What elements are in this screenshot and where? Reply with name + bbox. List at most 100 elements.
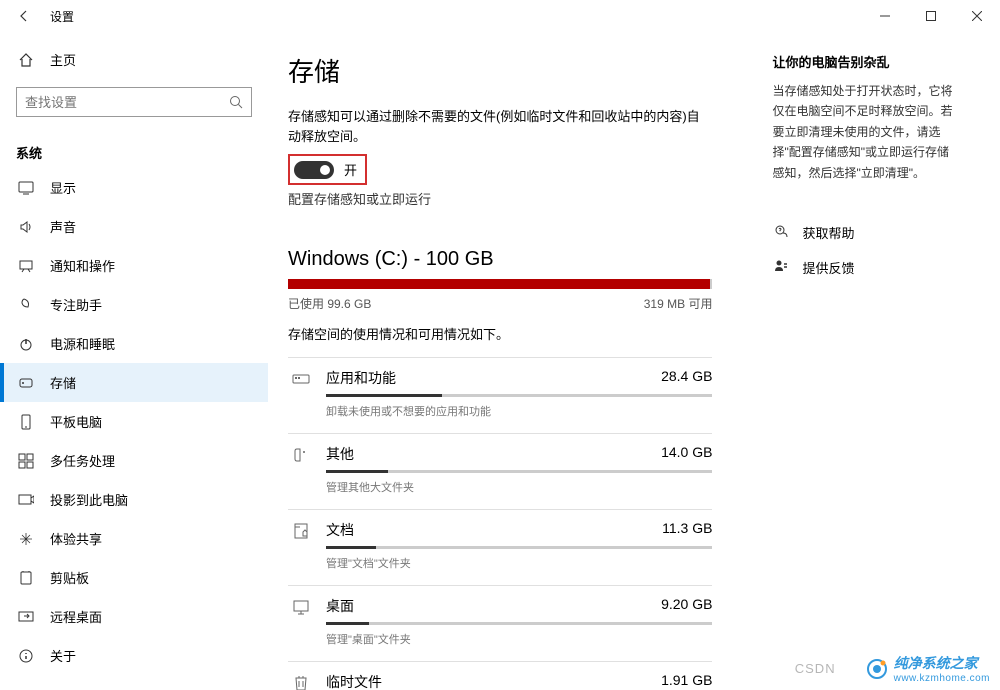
watermark-brand: 纯净系统之家 www.kzmhome.com [866,653,990,684]
sidebar-item-label: 存储 [50,373,76,392]
sound-icon [16,219,36,235]
close-button[interactable] [954,0,1000,32]
side-text: 当存储感知处于打开状态时，它将仅在电脑空间不足时释放空间。若要立即清理未使用的文… [772,81,960,183]
sidebar-item-10[interactable]: 剪贴板 [0,558,268,597]
category-bar [326,546,712,549]
home-link[interactable]: 主页 [0,42,268,77]
sidebar-item-5[interactable]: 存储 [0,363,268,402]
sidebar-item-4[interactable]: 电源和睡眠 [0,324,268,363]
category-bar [326,622,712,625]
sidebar-item-label: 剪贴板 [50,568,89,587]
sidebar-item-2[interactable]: 通知和操作 [0,246,268,285]
sidebar-item-1[interactable]: 声音 [0,207,268,246]
search-input[interactable] [25,95,229,110]
usage-bar [288,279,712,289]
sidebar-item-7[interactable]: 多任务处理 [0,441,268,480]
sidebar: 主页 系统 显示声音通知和操作专注助手电源和睡眠存储平板电脑多任务处理投影到此电… [0,32,268,690]
side-title: 让你的电脑告别杂乱 [772,52,960,71]
sidebar-item-label: 体验共享 [50,529,102,548]
storage-sense-highlight: 开 [288,154,367,185]
help-label: 获取帮助 [802,223,854,242]
feedback-link[interactable]: 提供反馈 [772,258,960,277]
category-name: 应用和功能 [326,368,396,388]
page-title: 存储 [288,52,712,89]
feedback-label: 提供反馈 [802,258,854,277]
sidebar-item-11[interactable]: 远程桌面 [0,597,268,636]
documents-icon [288,520,314,540]
sidebar-item-8[interactable]: 投影到此电脑 [0,480,268,519]
sidebar-item-0[interactable]: 显示 [0,168,268,207]
get-help-link[interactable]: 获取帮助 [772,223,960,242]
drive-header: Windows (C:) - 100 GB [288,248,712,271]
category-size: 14.0 GB [661,444,712,464]
usage-description: 存储空间的使用情况和可用情况如下。 [288,324,712,343]
back-button[interactable] [8,0,40,32]
storage-sense-toggle[interactable] [294,161,334,179]
project-icon [16,492,36,508]
category-subtext: 管理其他大文件夹 [326,479,712,495]
category-size: 9.20 GB [661,596,712,616]
share-icon [16,531,36,547]
apps-icon [288,368,314,388]
storage-category-row[interactable]: 桌面 9.20 GB 管理"桌面"文件夹 [288,585,712,661]
notifications-icon [16,258,36,274]
sidebar-item-label: 电源和睡眠 [50,334,115,353]
watermarks: CSDN 纯净系统之家 www.kzmhome.com [795,653,990,684]
home-label: 主页 [50,50,76,69]
sidebar-item-12[interactable]: 关于 [0,636,268,675]
storage-category-row[interactable]: 应用和功能28.4 GB卸载未使用或不想要的应用和功能 [288,357,712,433]
maximize-button[interactable] [908,0,954,32]
feedback-icon [772,259,792,275]
storage-category-row[interactable]: 其他 14.0 GB 管理其他大文件夹 [288,433,712,509]
category-name: 临时文件 [326,672,382,690]
clipboard-icon [16,570,36,586]
sidebar-item-label: 远程桌面 [50,607,102,626]
sidebar-item-9[interactable]: 体验共享 [0,519,268,558]
free-text: 319 MB 可用 [644,295,713,312]
sidebar-item-6[interactable]: 平板电脑 [0,402,268,441]
category-subtext: 管理"桌面"文件夹 [326,631,712,647]
sidebar-item-label: 专注助手 [50,295,102,314]
desktop-icon [288,596,314,616]
sidebar-item-label: 显示 [50,178,76,197]
multitask-icon [16,453,36,469]
category-size: 11.3 GB [662,520,712,540]
minimize-button[interactable] [862,0,908,32]
category-bar [326,470,712,473]
watermark-csdn: CSDN [795,661,836,676]
category-subtext: 卸载未使用或不想要的应用和功能 [326,403,712,419]
page-description: 存储感知可以通过删除不需要的文件(例如临时文件和回收站中的内容)自动释放空间。 [288,107,712,146]
sidebar-item-label: 平板电脑 [50,412,102,431]
storage-category-row[interactable]: 文档11.3 GB管理"文档"文件夹 [288,509,712,585]
section-label: 系统 [0,127,268,168]
sidebar-item-label: 声音 [50,217,76,236]
display-icon [16,180,36,196]
window-title: 设置 [50,8,74,25]
storage-category-row[interactable]: 临时文件1.91 GB选择要删除的临时文件 [288,661,712,690]
content-side: 让你的电脑告别杂乱 当存储感知处于打开状态时，它将仅在电脑空间不足时释放空间。若… [772,52,960,670]
toggle-label: 开 [344,160,357,179]
search-icon [229,95,243,109]
temp-files-icon [288,672,314,690]
category-bar [326,394,712,397]
about-icon [16,648,36,664]
category-subtext: 管理"文档"文件夹 [326,555,712,571]
storage-icon [16,375,36,391]
content-main: 存储 存储感知可以通过删除不需要的文件(例如临时文件和回收站中的内容)自动释放空… [288,52,712,670]
home-icon [16,52,36,68]
remote-desktop-icon [16,609,36,625]
search-box[interactable] [16,87,252,117]
sidebar-item-3[interactable]: 专注助手 [0,285,268,324]
tablet-icon [16,414,36,430]
configure-storage-sense-link[interactable]: 配置存储感知或立即运行 [288,189,712,208]
power-icon [16,336,36,352]
used-text: 已使用 99.6 GB [288,295,371,312]
category-name: 其他 [326,444,354,464]
category-name: 桌面 [326,596,354,616]
sidebar-item-label: 关于 [50,646,76,665]
category-size: 1.91 GB [661,672,712,690]
sidebar-item-label: 投影到此电脑 [50,490,128,509]
sidebar-item-label: 多任务处理 [50,451,115,470]
other-icon [288,444,314,464]
focus-assist-icon [16,297,36,313]
